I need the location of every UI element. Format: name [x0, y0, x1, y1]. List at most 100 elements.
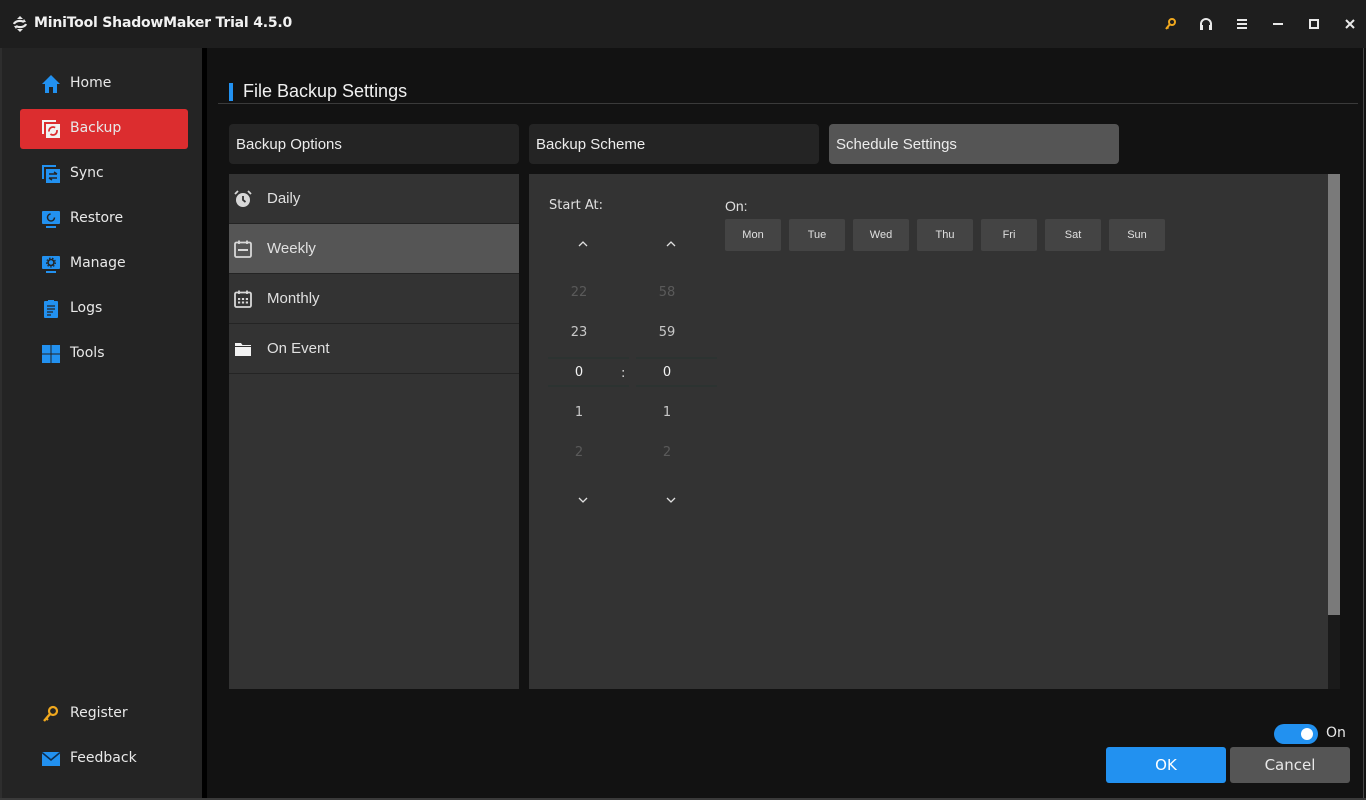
register-key-button[interactable] — [1160, 14, 1180, 34]
tab-label: Backup Options — [236, 136, 342, 153]
schedule-type-monthly[interactable]: Monthly — [229, 274, 519, 324]
title-bar: MiniTool ShadowMaker Trial 4.5.0 — [0, 0, 1366, 48]
scrollbar-thumb[interactable] — [1328, 174, 1340, 615]
title-divider — [218, 103, 1358, 104]
hour-option[interactable]: 2 — [539, 445, 619, 460]
tab-schedule-settings[interactable]: Schedule Settings — [829, 124, 1119, 164]
minute-option[interactable]: 2 — [627, 445, 707, 460]
schedule-type-list: Daily Weekly Monthly On Event — [229, 174, 519, 689]
sidebar-item-tools[interactable]: Tools — [20, 334, 188, 374]
sidebar-item-label: Tools — [70, 345, 105, 361]
restore-icon — [42, 211, 60, 228]
app-logo-icon — [12, 16, 28, 32]
maximize-button[interactable] — [1304, 14, 1324, 34]
start-at-label: Start At: — [549, 198, 604, 213]
schedule-type-weekly[interactable]: Weekly — [229, 224, 519, 274]
day-button-thu[interactable]: Thu — [917, 219, 973, 251]
sidebar-item-label: Register — [70, 705, 128, 721]
schedule-toggle-label: On — [1326, 725, 1346, 741]
title-accent-bar — [229, 83, 233, 101]
sidebar-item-label: Restore — [70, 210, 124, 226]
schedule-type-on-event[interactable]: On Event — [229, 324, 519, 374]
minute-option[interactable]: 58 — [627, 285, 707, 300]
hour-option[interactable]: 1 — [539, 405, 619, 420]
maximize-icon — [1309, 19, 1319, 29]
chevron-down-icon — [666, 497, 676, 503]
minute-down-button[interactable] — [659, 490, 683, 510]
sidebar-item-feedback[interactable]: Feedback — [20, 739, 188, 779]
hour-down-button[interactable] — [571, 490, 595, 510]
day-button-mon[interactable]: Mon — [725, 219, 781, 251]
app-title: MiniTool ShadowMaker Trial 4.5.0 — [34, 15, 293, 31]
day-button-tue[interactable]: Tue — [789, 219, 845, 251]
sidebar-item-manage[interactable]: Manage — [20, 244, 188, 284]
tab-label: Backup Scheme — [536, 136, 646, 153]
hour-selection-bottom-line — [548, 385, 629, 387]
cancel-button[interactable]: Cancel — [1230, 747, 1350, 783]
hour-up-button[interactable] — [571, 234, 595, 254]
sidebar-item-label: Logs — [70, 300, 103, 316]
key-icon — [43, 705, 59, 722]
day-button-wed[interactable]: Wed — [853, 219, 909, 251]
key-icon — [1165, 18, 1176, 30]
chevron-down-icon — [578, 497, 588, 503]
day-button-sat[interactable]: Sat — [1045, 219, 1101, 251]
minute-option[interactable]: 1 — [627, 405, 707, 420]
schedule-type-label: Daily — [267, 190, 301, 207]
ok-button[interactable]: OK — [1106, 747, 1226, 783]
schedule-type-label: Monthly — [267, 290, 320, 307]
schedule-panel-scrollbar[interactable] — [1328, 174, 1340, 689]
sidebar-item-home[interactable]: Home — [20, 64, 188, 104]
tab-backup-options[interactable]: Backup Options — [229, 124, 519, 164]
mail-icon — [41, 751, 61, 766]
sidebar-item-label: Manage — [70, 255, 126, 271]
schedule-type-label: On Event — [267, 340, 330, 357]
hour-selection-top-line — [548, 357, 629, 359]
support-button[interactable] — [1196, 14, 1216, 34]
close-icon — [1345, 19, 1355, 29]
sidebar-item-label: Feedback — [70, 750, 137, 766]
minute-option[interactable]: 59 — [627, 325, 707, 340]
close-button[interactable] — [1340, 14, 1360, 34]
folder-icon — [235, 343, 251, 356]
minimize-button[interactable] — [1268, 14, 1288, 34]
day-button-fri[interactable]: Fri — [981, 219, 1037, 251]
schedule-type-label: Weekly — [267, 240, 316, 257]
window-right-border — [1363, 48, 1364, 798]
backup-icon — [42, 120, 60, 138]
sidebar-item-register[interactable]: Register — [20, 694, 188, 734]
minute-selection-top-line — [636, 357, 717, 359]
hour-selected-value[interactable]: 0 — [539, 365, 619, 380]
sidebar-item-restore[interactable]: Restore — [20, 199, 188, 239]
schedule-type-daily[interactable]: Daily — [229, 174, 519, 224]
sidebar-item-logs[interactable]: Logs — [20, 289, 188, 329]
menu-button[interactable] — [1232, 14, 1252, 34]
minute-selection-bottom-line — [636, 385, 717, 387]
hamburger-menu-icon — [1237, 19, 1247, 29]
hour-option[interactable]: 23 — [539, 325, 619, 340]
day-button-sun[interactable]: Sun — [1109, 219, 1165, 251]
schedule-panel: Start At: 22 23 0 1 2 : 58 59 0 1 2 On: … — [529, 174, 1328, 689]
tab-label: Schedule Settings — [836, 136, 957, 153]
calendar-month-icon — [234, 290, 252, 308]
sidebar-item-label: Backup — [70, 120, 122, 136]
manage-icon — [42, 256, 60, 273]
minute-selected-value[interactable]: 0 — [627, 365, 707, 380]
schedule-toggle[interactable] — [1274, 724, 1318, 744]
tab-backup-scheme[interactable]: Backup Scheme — [529, 124, 819, 164]
home-icon — [42, 75, 60, 93]
main-content: File Backup Settings Backup Options Back… — [207, 48, 1366, 798]
sidebar-item-sync[interactable]: Sync — [20, 154, 188, 194]
toggle-knob — [1301, 728, 1313, 740]
minimize-icon — [1273, 23, 1283, 25]
minute-up-button[interactable] — [659, 234, 683, 254]
sidebar: Home Backup Sync Restore Manage Logs Too… — [0, 48, 202, 798]
chevron-up-icon — [578, 241, 588, 247]
alarm-clock-icon — [234, 190, 252, 207]
hour-option[interactable]: 22 — [539, 285, 619, 300]
sidebar-item-label: Sync — [70, 165, 104, 181]
sidebar-item-backup[interactable]: Backup — [20, 109, 188, 149]
on-days-label: On: — [725, 198, 748, 214]
sync-icon — [42, 165, 60, 183]
headset-icon — [1200, 18, 1212, 30]
